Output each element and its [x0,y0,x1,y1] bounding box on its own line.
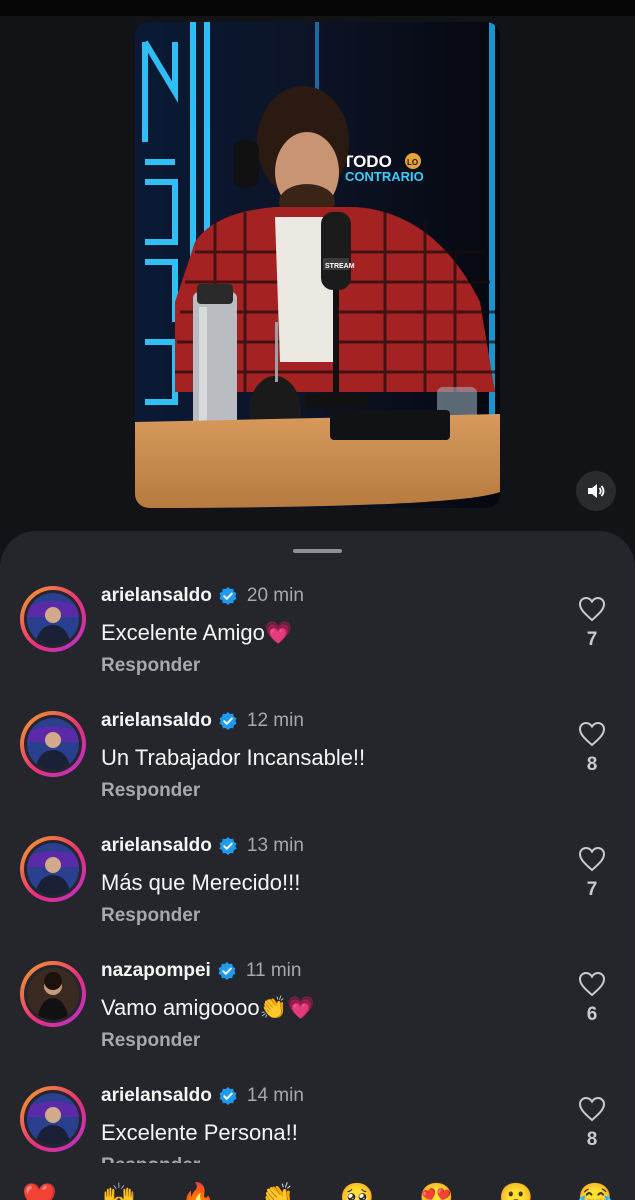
comment-text: Vamo amigoooo👏💗 [101,993,314,1023]
post-video-frame: TODO LO CONTRARIO STREAM [135,22,500,508]
heart-icon[interactable] [578,596,606,622]
comment-item: nazapompei 11 min Vamo amigoooo👏💗 Responder… [0,959,635,1083]
comment-timestamp: 12 min [246,710,304,731]
heart-icon[interactable] [578,721,606,747]
comment-emoji: 👏💗 [259,995,315,1020]
like-count: 7 [586,879,598,900]
reaction-laughing-face-button[interactable]: 😂 [578,1180,613,1200]
heart-icon[interactable] [578,971,606,997]
avatar[interactable] [20,586,86,652]
comment-emoji: 💗 [264,620,293,645]
comment-text: Excelente Amigo💗 [101,618,292,648]
reaction-heart-eyes-button[interactable]: 😍 [419,1180,454,1200]
like-count: 8 [586,754,598,775]
comment-timestamp: 11 min [245,960,302,981]
reply-button[interactable]: Responder [101,654,200,678]
comment-username[interactable]: arielansaldo [101,1084,212,1108]
comment-username[interactable]: arielansaldo [101,834,212,858]
comment-text: Excelente Persona!! [101,1118,298,1148]
sign-text-small: LO [407,158,418,167]
comment-text-body: Un Trabajador Incansable!! [101,745,366,770]
comment-item: arielansaldo 12 min Un Trabajador Incansab… [0,709,635,833]
comment-username[interactable]: arielansaldo [101,709,212,733]
reply-button[interactable]: Responder [101,1154,200,1163]
comment-text: Un Trabajador Incansable!! [101,743,365,773]
verified-badge-icon [219,712,237,730]
like-count: 8 [586,1129,598,1150]
heart-icon[interactable] [578,846,606,872]
comment-text: Más que Merecido!!! [101,868,300,898]
comment-timestamp: 20 min [246,585,304,606]
reply-button[interactable]: Responder [101,904,200,928]
avatar[interactable] [20,1086,86,1152]
comment-item: arielansaldo 13 min Más que Merecido!!! Res… [0,834,635,958]
comment-text-body: Excelente Amigo [101,620,265,645]
quick-reactions-bar: ❤️ 🙌 🔥 👏 🥺 😍 😮 😂 [0,1166,635,1200]
comment-text-body: Excelente Persona!! [101,1120,298,1145]
verified-badge-icon [219,1087,237,1105]
sign-text-2: CONTRARIO [345,169,424,184]
sound-toggle-button[interactable] [576,471,616,511]
comment-item: arielansaldo 20 min Excelente Amigo💗 Respon… [0,584,635,708]
comment-timestamp: 13 min [246,835,304,856]
reaction-surprised-face-button[interactable]: 😮 [499,1180,534,1200]
like-count: 7 [586,629,598,650]
reaction-raised-hands-button[interactable]: 🙌 [102,1180,137,1200]
comments-sheet: arielansaldo 20 min Excelente Amigo💗 Respon… [0,531,635,1200]
post-video[interactable]: TODO LO CONTRARIO STREAM [135,22,500,508]
like-count: 6 [586,1004,598,1025]
reply-button[interactable]: Responder [101,1029,200,1053]
verified-badge-icon [219,837,237,855]
comments-list[interactable]: arielansaldo 20 min Excelente Amigo💗 Respon… [0,531,635,1163]
heart-icon[interactable] [578,1096,606,1122]
reaction-pleading-face-button[interactable]: 🥺 [340,1180,375,1200]
avatar[interactable] [20,711,86,777]
verified-badge-icon [218,962,236,980]
status-bar [0,0,635,16]
speaker-icon [588,484,605,498]
avatar[interactable] [20,961,86,1027]
mic-label: STREAM [325,263,355,270]
comment-item: arielansaldo 14 min Excelente Persona!! Res… [0,1084,635,1163]
reaction-heart-button[interactable]: ❤️ [22,1180,57,1200]
comment-text-body: Vamo amigoooo [101,995,260,1020]
reaction-fire-button[interactable]: 🔥 [181,1180,216,1200]
verified-badge-icon [219,587,237,605]
comment-text-body: Más que Merecido!!! [101,870,301,895]
reply-button[interactable]: Responder [101,779,200,803]
avatar[interactable] [20,836,86,902]
comment-username[interactable]: nazapompei [101,959,211,983]
comment-username[interactable]: arielansaldo [101,584,212,608]
reaction-clapping-hands-button[interactable]: 👏 [260,1180,295,1200]
comment-timestamp: 14 min [246,1085,304,1106]
